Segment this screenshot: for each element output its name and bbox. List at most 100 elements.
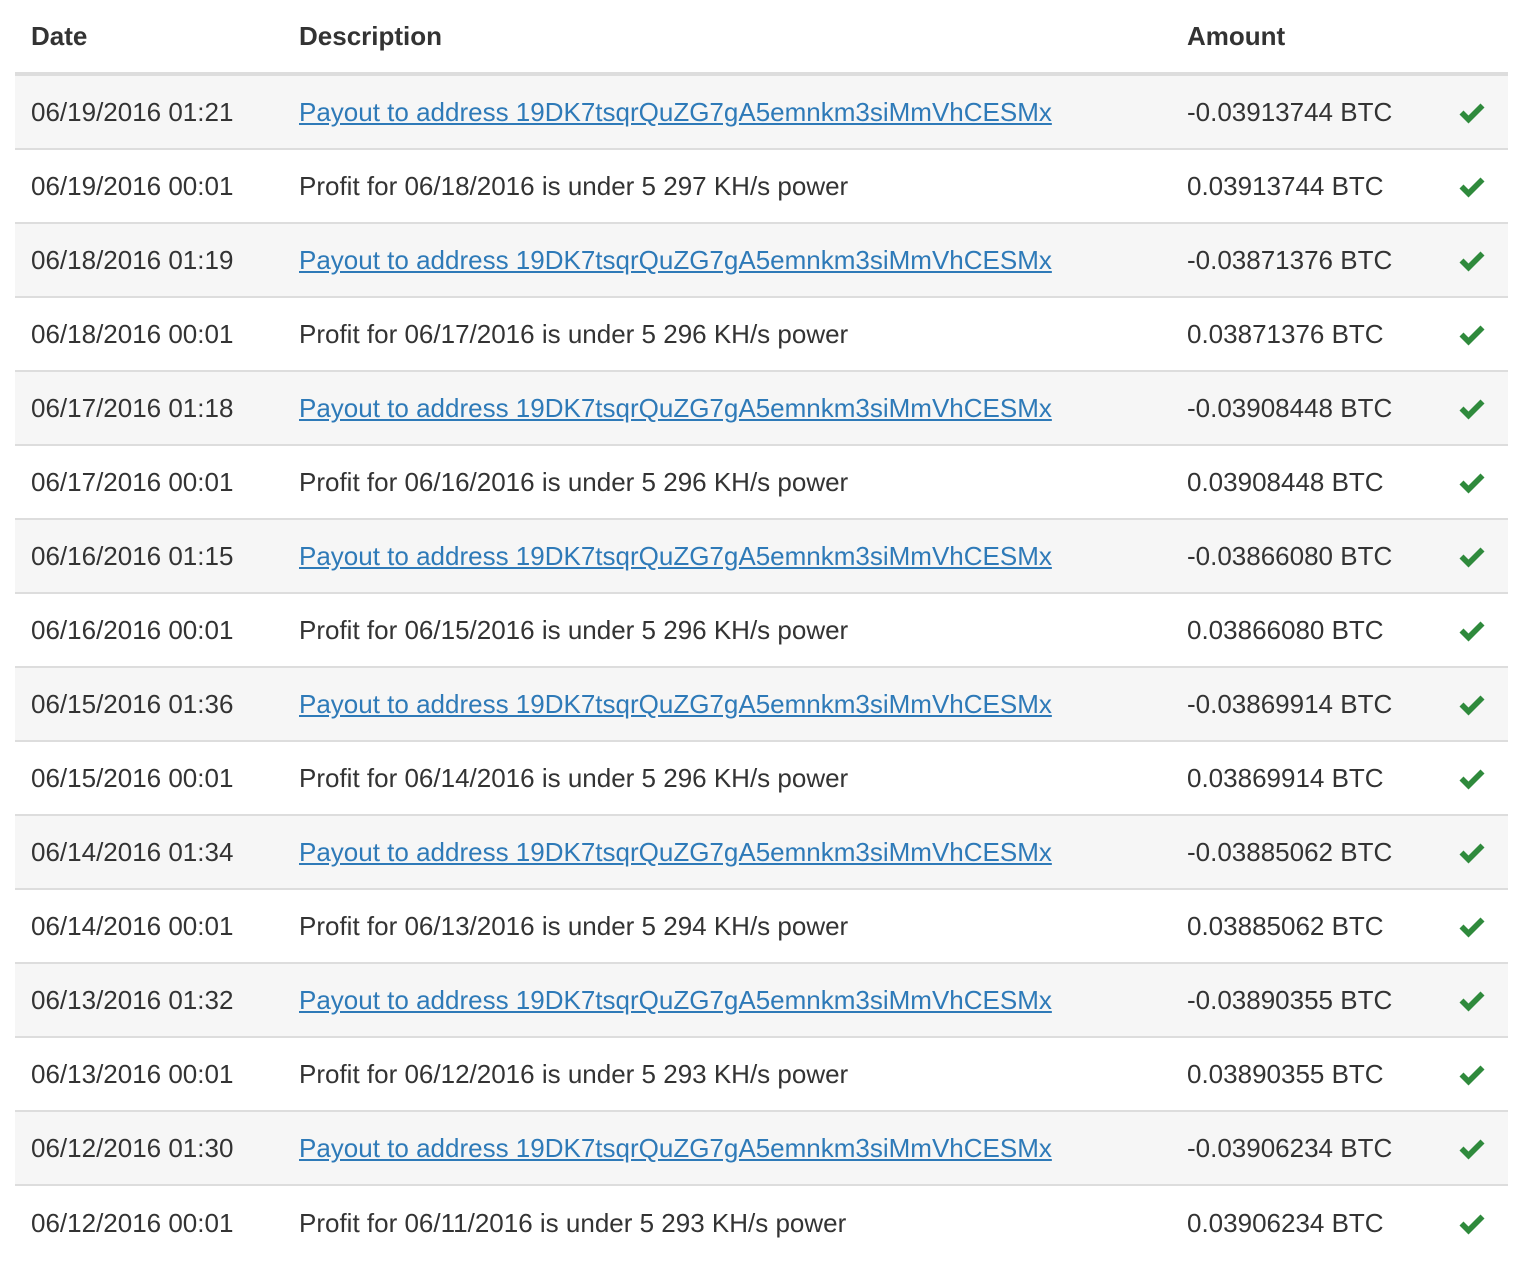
row-description-cell: Payout to address 19DK7tsqrQuZG7gA5emnkm… (283, 370, 1171, 445)
transactions-table-container: Date Description Amount 06/19/2016 01:21… (15, 0, 1508, 1260)
row-status (1435, 148, 1508, 223)
table-row: 06/14/2016 00:01 Profit for 06/13/2016 is… (15, 888, 1508, 963)
row-description-cell: Payout to address 19DK7tsqrQuZG7gA5emnkm… (283, 518, 1171, 593)
row-amount: -0.03866080 BTC (1171, 518, 1435, 593)
row-amount: 0.03908448 BTC (1171, 444, 1435, 519)
transactions-table: Date Description Amount 06/19/2016 01:21… (15, 0, 1508, 1260)
check-icon (1458, 102, 1486, 126)
table-row: 06/12/2016 01:30 Payout to address 19DK7t… (15, 1110, 1508, 1185)
payout-address-link[interactable]: Payout to address 19DK7tsqrQuZG7gA5emnkm… (299, 1133, 1052, 1163)
row-amount: 0.03866080 BTC (1171, 592, 1435, 667)
row-status (1435, 444, 1508, 519)
profit-description: Profit for 06/16/2016 is under 5 296 KH/… (299, 466, 849, 497)
check-icon (1458, 620, 1486, 644)
check-icon (1458, 1064, 1486, 1088)
header-row: Date Description Amount (15, 0, 1508, 76)
row-amount: -0.03871376 BTC (1171, 222, 1435, 297)
row-description-cell: Payout to address 19DK7tsqrQuZG7gA5emnkm… (283, 962, 1171, 1037)
row-status (1435, 666, 1508, 741)
profit-description: Profit for 06/15/2016 is under 5 296 KH/… (299, 614, 849, 645)
table-row: 06/17/2016 01:18 Payout to address 19DK7t… (15, 370, 1508, 445)
row-date: 06/14/2016 01:34 (15, 814, 283, 889)
payout-address-link[interactable]: Payout to address 19DK7tsqrQuZG7gA5emnkm… (299, 393, 1052, 423)
row-amount: 0.03906234 BTC (1171, 1184, 1435, 1260)
row-date: 06/13/2016 01:32 (15, 962, 283, 1037)
row-description-cell: Payout to address 19DK7tsqrQuZG7gA5emnkm… (283, 74, 1171, 149)
row-status (1435, 1110, 1508, 1185)
table-row: 06/19/2016 00:01 Profit for 06/18/2016 is… (15, 148, 1508, 223)
row-status (1435, 370, 1508, 445)
check-icon (1458, 842, 1486, 866)
row-description-cell: Payout to address 19DK7tsqrQuZG7gA5emnkm… (283, 222, 1171, 297)
check-icon (1458, 916, 1486, 940)
row-status (1435, 74, 1508, 149)
check-icon (1458, 694, 1486, 718)
row-date: 06/16/2016 01:15 (15, 518, 283, 593)
column-header-amount: Amount (1171, 0, 1435, 76)
profit-description: Profit for 06/17/2016 is under 5 296 KH/… (299, 318, 849, 349)
table-row: 06/15/2016 00:01 Profit for 06/14/2016 is… (15, 740, 1508, 815)
column-header-status (1435, 0, 1508, 76)
profit-description: Profit for 06/11/2016 is under 5 293 KH/… (299, 1207, 847, 1238)
payout-address-link[interactable]: Payout to address 19DK7tsqrQuZG7gA5emnkm… (299, 245, 1052, 275)
check-icon (1458, 546, 1486, 570)
row-date: 06/15/2016 00:01 (15, 740, 283, 815)
table-row: 06/12/2016 00:01 Profit for 06/11/2016 is… (15, 1184, 1508, 1260)
payout-address-link[interactable]: Payout to address 19DK7tsqrQuZG7gA5emnkm… (299, 837, 1052, 867)
table-row: 06/19/2016 01:21 Payout to address 19DK7t… (15, 74, 1508, 149)
check-icon (1458, 324, 1486, 348)
column-header-date: Date (15, 0, 283, 76)
profit-description: Profit for 06/12/2016 is under 5 293 KH/… (299, 1058, 849, 1089)
row-status (1435, 296, 1508, 371)
row-status (1435, 222, 1508, 297)
check-icon (1458, 250, 1486, 274)
row-status (1435, 518, 1508, 593)
check-icon (1458, 472, 1486, 496)
table-row: 06/18/2016 01:19 Payout to address 19DK7t… (15, 222, 1508, 297)
table-header: Date Description Amount (15, 0, 1508, 76)
row-status (1435, 814, 1508, 889)
row-amount: -0.03885062 BTC (1171, 814, 1435, 889)
row-amount: -0.03913744 BTC (1171, 74, 1435, 149)
row-date: 06/17/2016 01:18 (15, 370, 283, 445)
row-date: 06/13/2016 00:01 (15, 1036, 283, 1111)
table-row: 06/16/2016 00:01 Profit for 06/15/2016 is… (15, 592, 1508, 667)
row-amount: 0.03913744 BTC (1171, 148, 1435, 223)
check-icon (1458, 398, 1486, 422)
table-row: 06/17/2016 00:01 Profit for 06/16/2016 is… (15, 444, 1508, 519)
row-date: 06/12/2016 01:30 (15, 1110, 283, 1185)
row-description-cell: Payout to address 19DK7tsqrQuZG7gA5emnkm… (283, 814, 1171, 889)
row-description-cell: Profit for 06/15/2016 is under 5 296 KH/… (283, 592, 1171, 667)
row-status (1435, 1184, 1508, 1260)
row-amount: -0.03869914 BTC (1171, 666, 1435, 741)
row-amount: 0.03890355 BTC (1171, 1036, 1435, 1111)
profit-description: Profit for 06/13/2016 is under 5 294 KH/… (299, 910, 849, 941)
row-description-cell: Payout to address 19DK7tsqrQuZG7gA5emnkm… (283, 666, 1171, 741)
check-icon (1458, 1213, 1486, 1237)
row-amount: 0.03885062 BTC (1171, 888, 1435, 963)
row-amount: 0.03871376 BTC (1171, 296, 1435, 371)
row-description-cell: Profit for 06/16/2016 is under 5 296 KH/… (283, 444, 1171, 519)
table-body: 06/19/2016 01:21 Payout to address 19DK7t… (15, 74, 1508, 1260)
check-icon (1458, 768, 1486, 792)
row-status (1435, 962, 1508, 1037)
row-amount: 0.03869914 BTC (1171, 740, 1435, 815)
payout-address-link[interactable]: Payout to address 19DK7tsqrQuZG7gA5emnkm… (299, 541, 1052, 571)
row-date: 06/19/2016 00:01 (15, 148, 283, 223)
row-description-cell: Payout to address 19DK7tsqrQuZG7gA5emnkm… (283, 1110, 1171, 1185)
row-description-cell: Profit for 06/11/2016 is under 5 293 KH/… (283, 1184, 1171, 1260)
payout-address-link[interactable]: Payout to address 19DK7tsqrQuZG7gA5emnkm… (299, 97, 1052, 127)
payout-address-link[interactable]: Payout to address 19DK7tsqrQuZG7gA5emnkm… (299, 985, 1052, 1015)
table-row: 06/16/2016 01:15 Payout to address 19DK7t… (15, 518, 1508, 593)
check-icon (1458, 176, 1486, 200)
table-row: 06/13/2016 01:32 Payout to address 19DK7t… (15, 962, 1508, 1037)
check-icon (1458, 1138, 1486, 1162)
row-description-cell: Profit for 06/18/2016 is under 5 297 KH/… (283, 148, 1171, 223)
row-date: 06/18/2016 01:19 (15, 222, 283, 297)
row-date: 06/12/2016 00:01 (15, 1184, 283, 1260)
payout-address-link[interactable]: Payout to address 19DK7tsqrQuZG7gA5emnkm… (299, 689, 1052, 719)
row-date: 06/14/2016 00:01 (15, 888, 283, 963)
table-row: 06/15/2016 01:36 Payout to address 19DK7t… (15, 666, 1508, 741)
table-row: 06/13/2016 00:01 Profit for 06/12/2016 is… (15, 1036, 1508, 1111)
check-icon (1458, 990, 1486, 1014)
